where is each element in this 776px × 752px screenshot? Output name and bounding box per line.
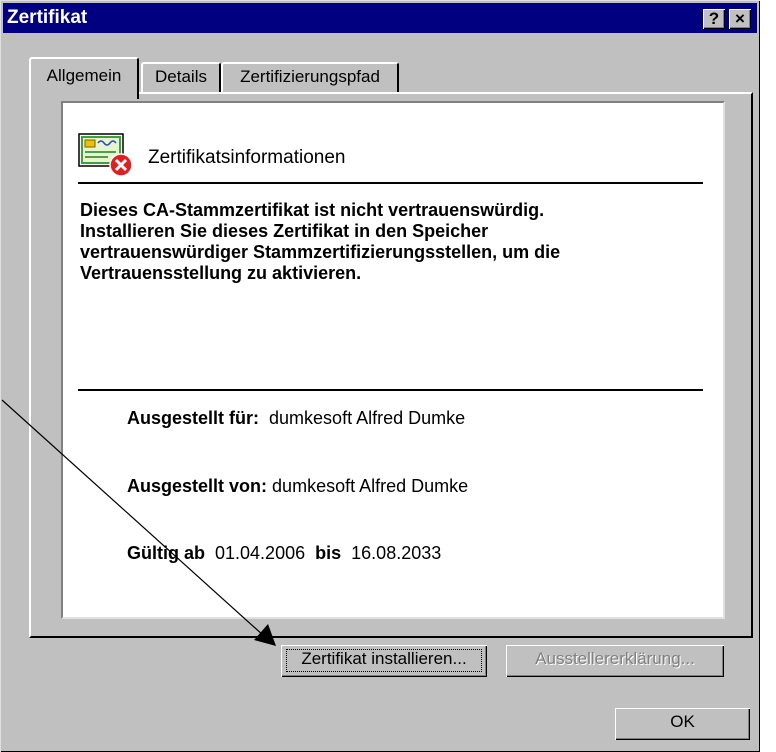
warning-line: Vertrauensstellung zu aktivieren. (80, 263, 362, 283)
valid-from-label: Gültig ab (127, 543, 205, 563)
ok-button[interactable]: OK (615, 708, 750, 740)
tab-details[interactable]: Details (141, 62, 221, 92)
focus-rect (286, 649, 482, 672)
valid-to-label: bis (315, 543, 342, 563)
issuer-statement-button[interactable]: Ausstellererklärung... (506, 645, 724, 677)
help-button[interactable]: ? (703, 9, 725, 29)
title-bar: Zertifikat ? × (3, 3, 757, 33)
warning-line: Dieses CA-Stammzertifikat ist nicht vert… (80, 200, 545, 220)
issued-to-row: Ausgestellt für: dumkesoft Alfred Dumke (127, 408, 465, 429)
install-certificate-button[interactable]: Zertifikat installieren... (281, 645, 487, 677)
valid-to-value: 16.08.2033 (351, 543, 442, 563)
certificate-info-box: Zertifikatsinformationen Dieses CA-Stamm… (61, 101, 725, 619)
divider (78, 389, 703, 391)
validity-row: Gültig ab 01.04.2006 bis 16.08.2033 (127, 543, 441, 564)
issued-to-label: Ausgestellt für: (127, 408, 260, 428)
window-title: Zertifikat (7, 7, 88, 28)
trust-warning-text: Dieses CA-Stammzertifikat ist nicht vert… (80, 200, 700, 284)
issued-by-label: Ausgestellt von: (127, 476, 268, 496)
warning-line: vertrauenswürdiger Stammzertifizierungss… (80, 242, 561, 262)
info-title: Zertifikatsinformationen (148, 147, 346, 168)
certificate-dialog: Zertifikat ? × Allgemein Details Zertifi… (0, 0, 760, 752)
issued-to-value: dumkesoft Alfred Dumke (269, 408, 466, 428)
valid-from-value: 01.04.2006 (215, 543, 306, 563)
tab-zertifizierungspfad[interactable]: Zertifizierungspfad (221, 62, 399, 92)
issued-by-value: dumkesoft Alfred Dumke (272, 476, 469, 496)
warning-line: Installieren Sie dieses Zertifikat in de… (80, 221, 489, 241)
certificate-error-icon (78, 133, 133, 177)
close-button[interactable]: × (729, 9, 751, 29)
tab-allgemein[interactable]: Allgemein (29, 57, 139, 99)
issued-by-row: Ausgestellt von: dumkesoft Alfred Dumke (127, 476, 468, 497)
divider (78, 182, 703, 184)
